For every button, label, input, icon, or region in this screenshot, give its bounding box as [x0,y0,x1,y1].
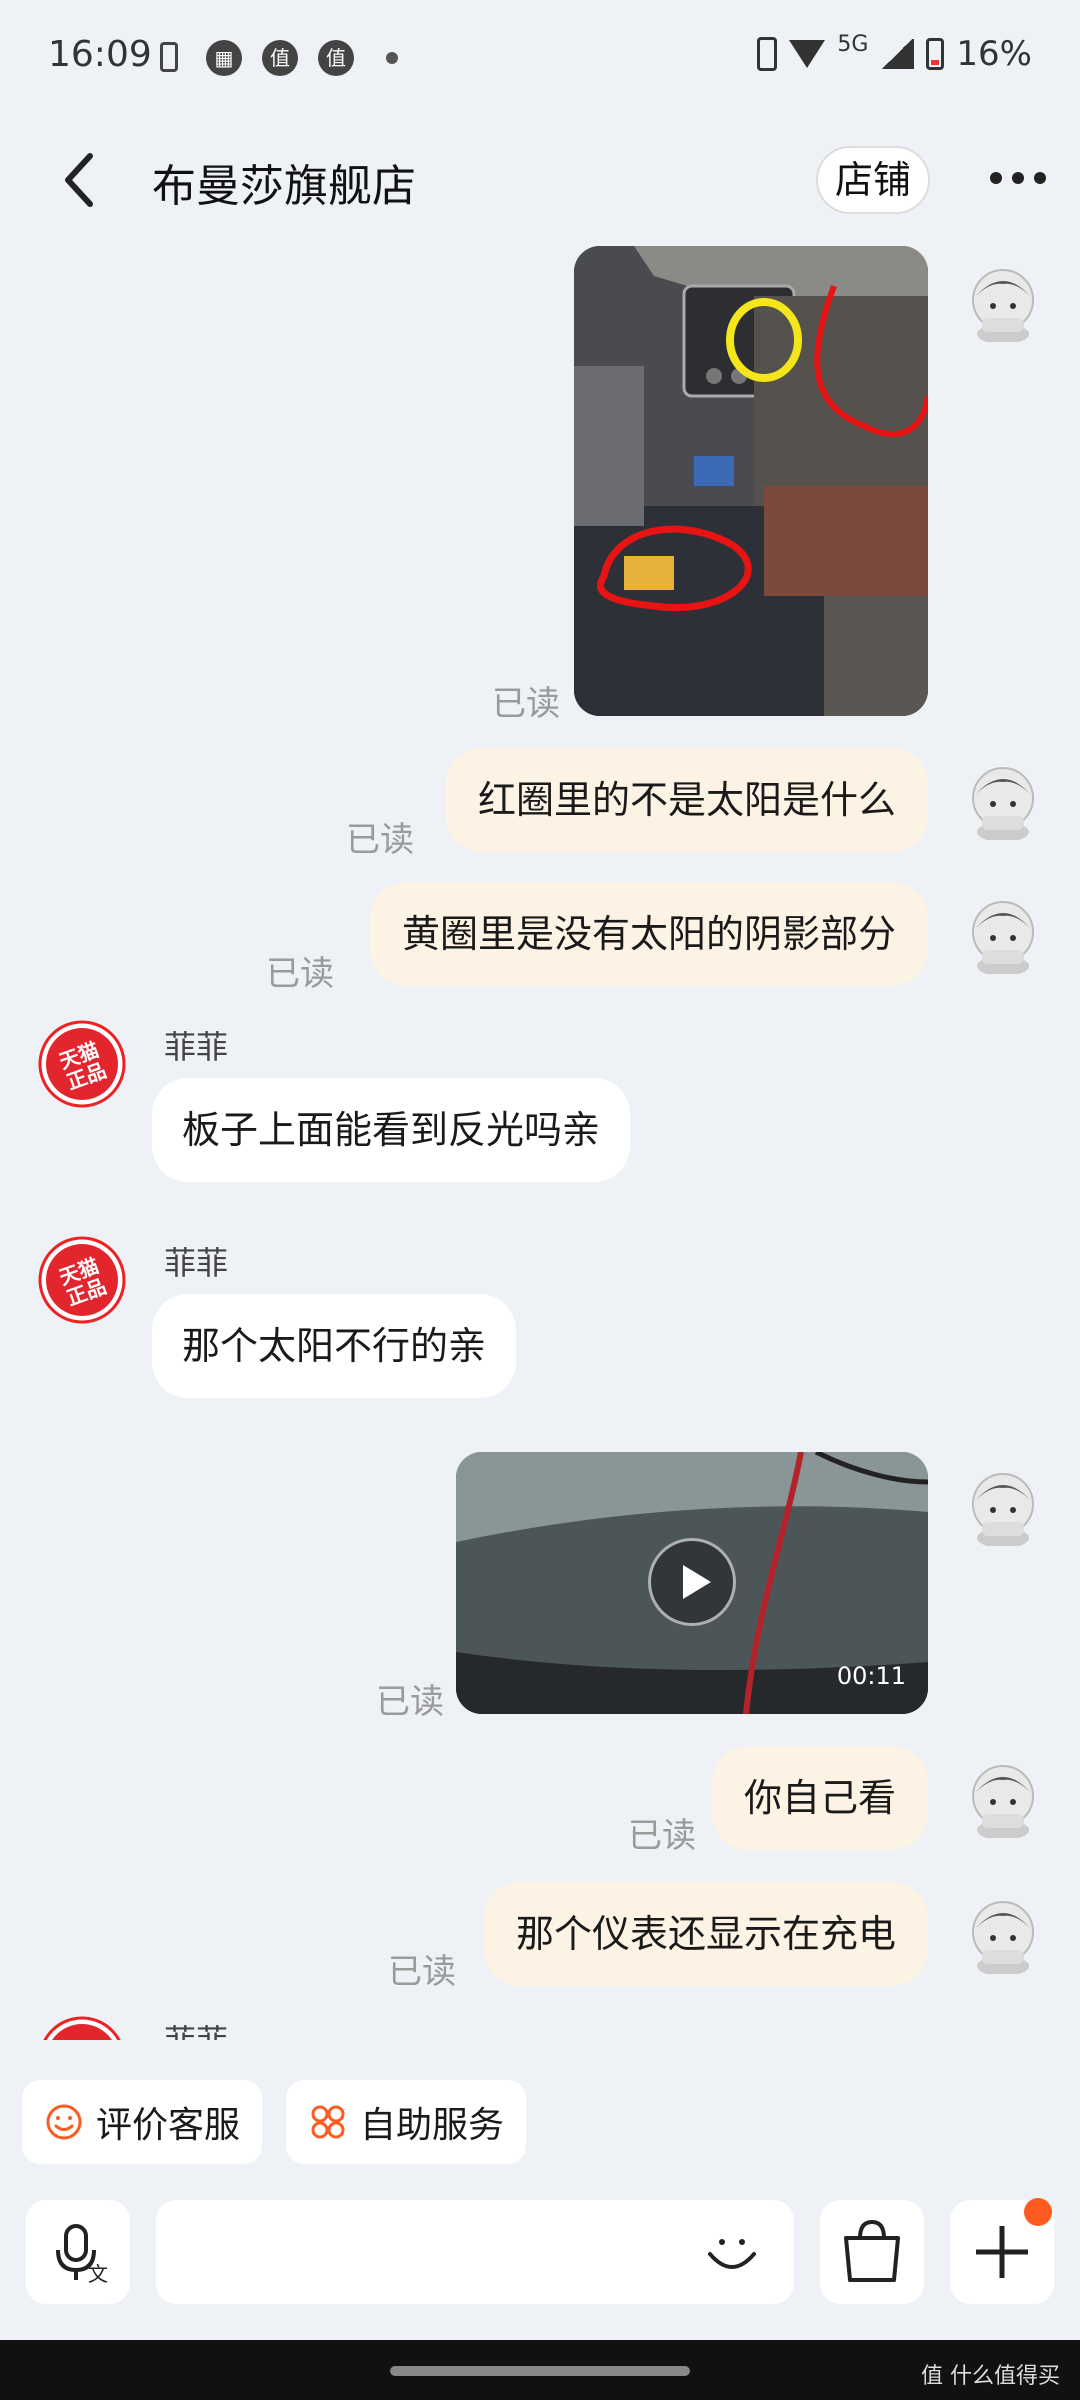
message-bubble-out[interactable]: 红圈里的不是太阳是什么 [445,748,928,852]
calendar-icon: ▦ [206,40,242,76]
user-avatar[interactable] [966,262,1040,342]
battery-icon [926,38,945,70]
voice-text-label: 文 [88,2262,108,2286]
status-time: 16:09 [48,34,152,75]
read-status: 已读 [376,1682,444,1722]
read-status: 已读 [492,684,560,724]
sender-name: 菲菲 [164,2016,228,2040]
message-input[interactable] [156,2200,794,2304]
clipped-message: 菲菲 [0,2010,1080,2040]
car-interior-photo [574,246,928,716]
read-status: 已读 [628,1816,696,1856]
message-bubble-out[interactable]: 那个仪表还显示在充电 [483,1882,928,1986]
rate-service-button[interactable]: 评价客服 [22,2080,263,2164]
notification-badge [1024,2198,1052,2226]
status-bar: 16:09 ▦ 值 值 5G 16% [0,0,1080,112]
user-avatar[interactable] [966,1894,1040,1974]
shop-avatar[interactable] [38,2016,126,2040]
user-avatar[interactable] [966,760,1040,840]
shopping-bag-icon [844,2219,900,2282]
smile-icon [46,2104,82,2140]
watermark: 值 什么值得买 [921,2364,1060,2389]
user-avatar[interactable] [966,1466,1040,1546]
message-bubble-in[interactable]: 板子上面能看到反光吗亲 [152,1078,631,1182]
message-bubble-out[interactable]: 你自己看 [711,1746,928,1850]
home-gesture-handle[interactable] [390,2366,690,2376]
service-grid-icon [311,2105,345,2139]
user-avatar[interactable] [966,1758,1040,1838]
status-right: 5G 16% [757,31,1032,74]
read-status: 已读 [388,1952,456,1992]
chat-video[interactable]: 00:11 [456,1452,928,1714]
shop-avatar[interactable]: 天猫 正品 [38,1236,126,1324]
back-arrow-icon[interactable] [60,150,96,210]
network-label: 5G [837,31,869,57]
sender-name: 菲菲 [164,1244,229,1282]
play-icon[interactable] [648,1538,736,1626]
shopping-bag-button[interactable] [820,2200,924,2304]
message-bubble-in[interactable]: 那个太阳不行的亲 [152,1294,517,1398]
emoji-icon[interactable] [704,2224,760,2280]
self-service-label: 自助服务 [360,2105,505,2146]
microphone-icon [56,2224,96,2280]
zhi-app-icon: 值 [318,40,354,76]
shop-avatar[interactable]: 天猫 正品 [38,1020,126,1108]
voice-input-button[interactable]: 文 [26,2200,130,2304]
self-service-button[interactable]: 自助服务 [286,2080,527,2164]
signal-icon [880,39,915,69]
read-status: 已读 [266,954,334,994]
message-bubble-out[interactable]: 黄圈里是没有太阳的阴影部分 [369,882,928,986]
read-status: 已读 [346,820,414,860]
chat-image[interactable] [574,246,928,716]
user-avatar[interactable] [966,894,1040,974]
sender-name: 菲菲 [164,1028,229,1066]
store-button[interactable]: 店铺 [816,146,930,214]
zhi-app-icon: 值 [262,40,298,76]
battery-saver-icon [160,42,178,72]
nfc-icon [757,37,778,71]
battery-level: 16% [956,34,1032,74]
page-title: 布曼莎旗舰店 [152,161,416,212]
rate-service-label: 评价客服 [96,2105,241,2146]
video-duration: 00:11 [836,1662,906,1690]
more-icon[interactable] [990,170,1046,186]
dot-icon [386,52,398,64]
wifi-icon [789,40,826,68]
